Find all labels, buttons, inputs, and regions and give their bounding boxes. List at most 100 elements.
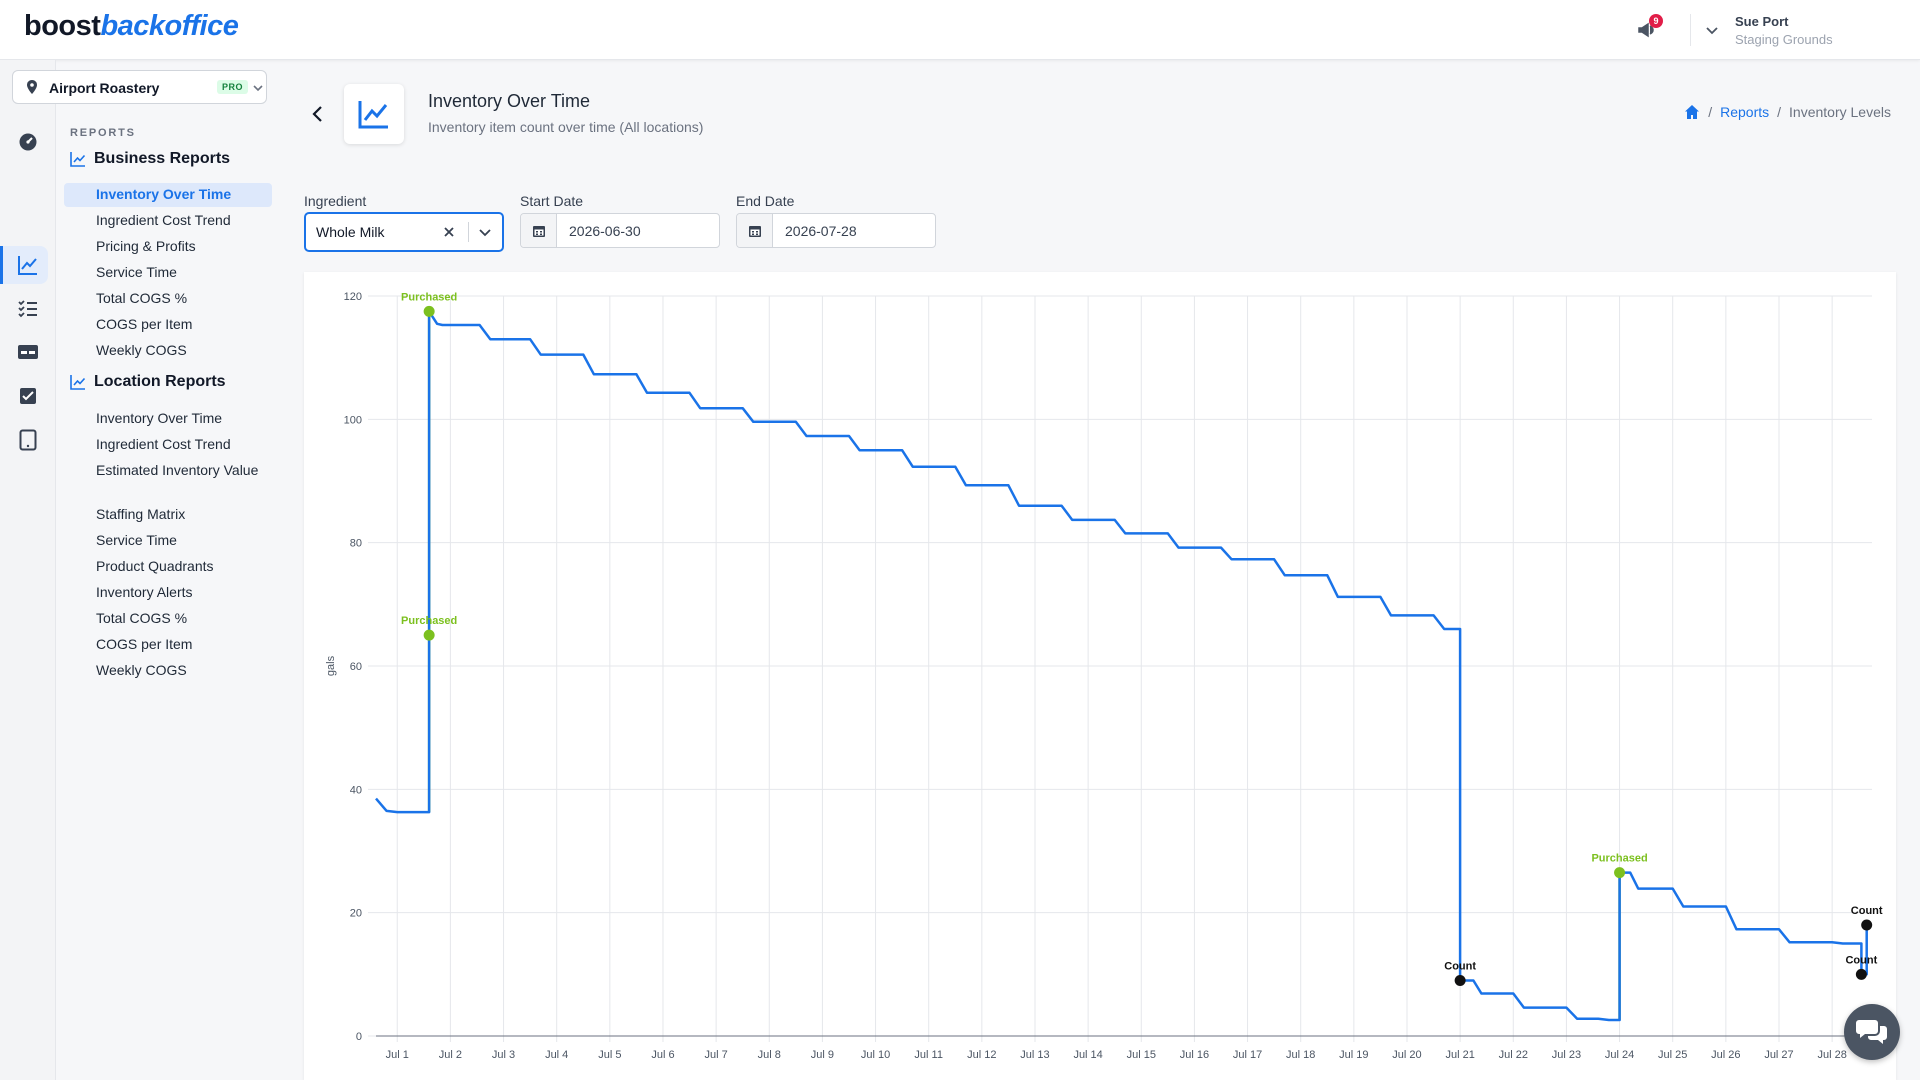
- x-tick-label: Jul 4: [545, 1049, 568, 1061]
- x-tick-label: Jul 20: [1392, 1049, 1421, 1061]
- map-pin-icon: [27, 80, 37, 94]
- calendar-icon: [737, 214, 773, 247]
- purchase-marker: [423, 629, 435, 641]
- x-tick-label: Jul 13: [1020, 1049, 1049, 1061]
- start-date-input[interactable]: 2026-06-30: [520, 213, 720, 248]
- nav-location-total-cogs[interactable]: Total COGS %: [64, 607, 272, 631]
- x-tick-label: Jul 8: [758, 1049, 781, 1061]
- nav-business-total-cogs[interactable]: Total COGS %: [64, 287, 272, 311]
- user-name[interactable]: Sue Port: [1735, 14, 1788, 29]
- nav-business-pricing-profits[interactable]: Pricing & Profits: [64, 235, 272, 259]
- y-tick-label: 80: [350, 538, 362, 550]
- ingredient-label: Ingredient: [304, 193, 367, 209]
- purchase-label: Purchased: [1591, 853, 1647, 865]
- register-icon[interactable]: [14, 338, 42, 366]
- x-tick-label: Jul 14: [1073, 1049, 1102, 1061]
- nav-business-inventory-over-time[interactable]: Inventory Over Time: [64, 183, 272, 207]
- icon-rail: [0, 60, 56, 1080]
- y-tick-label: 0: [356, 1031, 362, 1043]
- location-name: Airport Roastery: [49, 80, 160, 96]
- breadcrumb-separator: /: [1708, 104, 1713, 120]
- x-tick-label: Jul 28: [1817, 1049, 1846, 1061]
- x-tick-label: Jul 11: [914, 1049, 943, 1061]
- x-tick-label: Jul 1: [386, 1049, 409, 1061]
- y-tick-label: 60: [350, 661, 362, 673]
- x-tick-label: Jul 23: [1552, 1049, 1581, 1061]
- x-tick-label: Jul 26: [1711, 1049, 1740, 1061]
- count-label: Count: [1851, 905, 1883, 917]
- purchase-label: Purchased: [401, 291, 457, 303]
- business-reports-group: Business Reports: [70, 150, 230, 168]
- end-date-label: End Date: [736, 193, 795, 209]
- checklist-icon[interactable]: [14, 294, 42, 322]
- chevron-down-icon[interactable]: [1704, 22, 1720, 38]
- chevron-down-icon[interactable]: [478, 225, 492, 239]
- x-tick-label: Jul 5: [598, 1049, 621, 1061]
- x-tick-label: Jul 21: [1445, 1049, 1474, 1061]
- nav-location-weekly-cogs[interactable]: Weekly COGS: [64, 659, 272, 683]
- x-tick-label: Jul 7: [704, 1049, 727, 1061]
- nav-business-service-time[interactable]: Service Time: [64, 261, 272, 285]
- x-tick-label: Jul 9: [811, 1049, 834, 1061]
- nav-location-cogs-per-item[interactable]: COGS per Item: [64, 633, 272, 657]
- page-title: Inventory Over Time: [428, 91, 591, 111]
- page-subtitle: Inventory item count over time (All loca…: [428, 119, 704, 135]
- nav-business-cogs-per-item[interactable]: COGS per Item: [64, 313, 272, 337]
- nav-location-ingredient-cost-trend[interactable]: Ingredient Cost Trend: [64, 433, 272, 457]
- chart-line-icon[interactable]: [14, 251, 42, 279]
- reports-section-heading: REPORTS: [70, 127, 136, 139]
- tablet-icon[interactable]: [14, 426, 42, 454]
- calendar-icon: [521, 214, 557, 247]
- x-tick-label: Jul 22: [1499, 1049, 1528, 1061]
- header-divider: [1690, 14, 1691, 46]
- y-tick-label: 40: [350, 784, 362, 796]
- x-tick-label: Jul 16: [1180, 1049, 1209, 1061]
- x-tick-label: Jul 10: [861, 1049, 890, 1061]
- end-date-input[interactable]: 2026-07-28: [736, 213, 936, 248]
- home-icon[interactable]: [1684, 104, 1700, 120]
- count-marker: [1861, 919, 1873, 931]
- ingredient-value: Whole Milk: [316, 224, 385, 240]
- nav-location-inventory-alerts[interactable]: Inventory Alerts: [64, 581, 272, 605]
- breadcrumb-separator: /: [1777, 104, 1782, 120]
- count-marker: [1454, 975, 1466, 986]
- nav-location-product-quadrants[interactable]: Product Quadrants: [64, 555, 272, 579]
- location-reports-title: Location Reports: [94, 373, 226, 390]
- y-tick-label: 100: [344, 414, 362, 426]
- location-selector[interactable]: Airport Roastery PRO: [12, 70, 267, 104]
- count-label: Count: [1845, 954, 1877, 966]
- nav-business-weekly-cogs[interactable]: Weekly COGS: [64, 339, 272, 363]
- chat-button[interactable]: [1844, 1004, 1900, 1060]
- x-tick-label: Jul 18: [1286, 1049, 1315, 1061]
- select-divider: [468, 222, 469, 242]
- breadcrumb-reports-link[interactable]: Reports: [1720, 104, 1769, 120]
- count-marker: [1855, 968, 1867, 980]
- ingredient-select[interactable]: Whole Milk: [304, 212, 504, 252]
- x-tick-label: Jul 2: [439, 1049, 462, 1061]
- y-axis-label: gals: [325, 655, 337, 676]
- checkbox-icon[interactable]: [14, 382, 42, 410]
- nav-location-service-time[interactable]: Service Time: [64, 529, 272, 553]
- reports-nav: REPORTS Business Reports Inventory Over …: [56, 105, 280, 1080]
- nav-location-inventory-over-time[interactable]: Inventory Over Time: [64, 407, 272, 431]
- inventory-chart[interactable]: 0 20 40 60 80 100 120 Jul 1 Jul 2 Jul 3 Jul 4 Jul 5…: [304, 272, 1896, 1080]
- business-reports-title: Business Reports: [94, 150, 231, 167]
- app-logo[interactable]: boostbackoffice: [24, 10, 239, 43]
- purchase-label: Purchased: [401, 615, 457, 627]
- nav-location-estimated-inventory-value[interactable]: Estimated Inventory Value: [64, 459, 272, 483]
- inventory-chart-card: 0 20 40 60 80 100 120 Jul 1 Jul 2 Jul 3 Jul 4 Jul 5…: [304, 272, 1896, 1080]
- nav-location-staffing-matrix[interactable]: Staffing Matrix: [64, 503, 272, 527]
- end-date-value: 2026-07-28: [785, 223, 857, 239]
- user-organization: Staging Grounds: [1735, 32, 1833, 47]
- start-date-label: Start Date: [520, 193, 584, 209]
- pro-badge: PRO: [217, 80, 249, 94]
- breadcrumb: / Reports / Inventory Levels: [1684, 104, 1891, 120]
- nav-business-ingredient-cost-trend[interactable]: Ingredient Cost Trend: [64, 209, 272, 233]
- x-tick-label: Jul 15: [1127, 1049, 1156, 1061]
- chevron-down-icon: [253, 85, 263, 92]
- dashboard-icon[interactable]: [14, 128, 42, 156]
- x-tick-label: Jul 6: [651, 1049, 674, 1061]
- clear-icon[interactable]: [442, 225, 456, 239]
- back-arrow-icon[interactable]: [308, 104, 328, 124]
- y-tick-label: 120: [344, 291, 362, 303]
